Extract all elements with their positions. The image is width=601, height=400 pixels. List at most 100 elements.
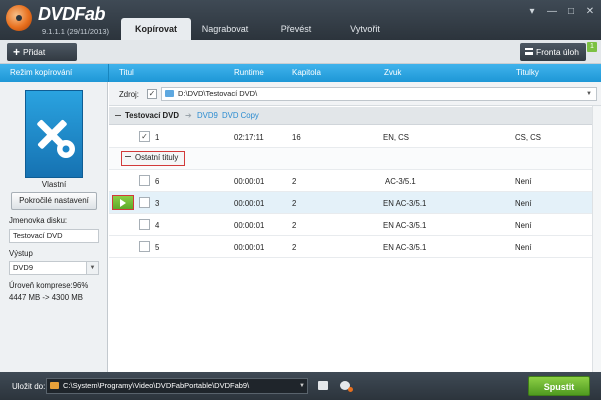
collapse-icon[interactable] [125,156,131,157]
menu-dropdown-icon[interactable]: ▾ [525,6,539,18]
title-subtitles[interactable]: Není [515,199,531,208]
title-runtime: 02:17:11 [234,133,264,142]
title-checkbox[interactable] [139,219,150,230]
other-titles-label: Ostatní tituly [135,153,179,162]
title-subtitles[interactable]: Není [515,177,531,186]
tab-vytvorit[interactable]: Vytvořit [335,18,395,40]
add-button[interactable]: + Přidat [7,43,77,61]
title-checkbox[interactable] [139,241,150,252]
dvdfab-logo-icon [6,5,32,31]
size-info: 4447 MB -> 4300 MB [9,293,83,302]
dropdown-arrow-icon[interactable]: ▼ [299,379,305,393]
minimize-icon[interactable]: — [545,6,559,18]
title-list-panel: Zdroj: ✓ D:\DVD\Testovací DVD\ ▼ Testova… [109,82,601,372]
title-audio[interactable]: EN AC-3/5.1 [383,243,426,252]
table-row[interactable]: 6 00:00:01 2 AC-3/5.1 Není [109,170,601,192]
table-row[interactable]: 3 00:00:01 2 EN AC-3/5.1 Není [109,192,601,214]
table-row[interactable]: 4 00:00:01 2 EN AC-3/5.1 Není [109,214,601,236]
queue-count-badge: 1 [587,42,597,52]
title-checkbox[interactable]: ✓ [139,131,150,142]
bottom-bar: Uložit do: C:\System\Programy\Video\DVDF… [0,372,601,400]
tab-nagrabovat[interactable]: Nagrabovat [193,18,257,40]
disc-profile[interactable]: DVD Copy [222,111,259,120]
disc-name: Testovací DVD [125,111,180,120]
title-number: 5 [155,243,160,252]
title-runtime: 00:00:01 [234,243,265,252]
column-divider [108,64,109,82]
title-number: 3 [155,199,160,208]
title-runtime: 00:00:01 [234,221,265,230]
title-number: 4 [155,221,160,230]
volume-label-input[interactable]: Testovací DVD [9,229,99,243]
col-title[interactable]: Titul [119,68,134,77]
title-chapters: 2 [292,243,297,252]
task-queue-button[interactable]: Fronta úloh [520,43,586,61]
advanced-settings-button[interactable]: Pokročilé nastavení [11,192,97,210]
title-checkbox[interactable] [139,197,150,208]
title-chapters: 2 [292,177,297,186]
title-audio[interactable]: EN AC-3/5.1 [383,221,426,230]
output-select-value: DVD9 [13,263,34,272]
col-runtime[interactable]: Runtime [234,68,264,77]
col-audio[interactable]: Zvuk [384,68,401,77]
arrow-icon: ➔ [185,111,192,120]
other-titles-row[interactable]: Ostatní tituly [109,148,601,170]
col-subtitles[interactable]: Titulky [516,68,539,77]
title-audio[interactable]: EN, CS [383,133,409,142]
maximize-icon[interactable]: □ [564,6,578,18]
title-number: 1 [155,133,160,142]
output-select[interactable]: DVD9 ▼ [9,261,99,275]
disc-header-row[interactable]: Testovací DVD ➔ DVD9 DVD Copy [109,107,601,125]
source-label: Zdroj: [119,90,139,99]
disc-icon[interactable] [340,381,353,392]
col-chapter[interactable]: Kapitola [292,68,321,77]
folder-icon [165,90,174,97]
close-icon[interactable]: ✕ [583,6,597,18]
app-name: DVDFab [38,4,106,24]
save-path: C:\System\Programy\Video\DVDFabPortable\… [63,381,250,390]
table-row[interactable]: 5 00:00:01 2 EN AC-3/5.1 Není [109,236,601,258]
title-subtitles[interactable]: Není [515,243,531,252]
title-subtitles[interactable]: CS, CS [515,133,541,142]
vertical-scrollbar[interactable] [592,106,601,372]
queue-icon [525,48,533,55]
toolbar: + Přidat Fronta úloh [0,40,601,64]
plus-icon: + [13,45,21,59]
save-to-label: Uložit do: [12,382,46,391]
app-version: 9.1.1.1 (29/11/2013) [42,27,109,36]
tab-kopirovat[interactable]: Kopírovat [121,18,191,40]
source-path-select[interactable]: D:\DVD\Testovací DVD\ ▼ [161,87,597,101]
source-checkbox[interactable]: ✓ [147,89,157,99]
title-number: 6 [155,177,160,186]
column-header-bar: Režim kopírování Titul Runtime Kapitola … [0,64,601,82]
copy-mode-icon[interactable] [25,90,83,178]
title-runtime: 00:00:01 [234,177,265,186]
left-panel: Vlastní Pokročilé nastavení Jmenovka dis… [0,82,108,372]
source-path: D:\DVD\Testovací DVD\ [178,89,258,98]
start-button[interactable]: Spustit [528,376,590,396]
volume-label-caption: Jmenovka disku: [9,216,68,225]
tab-prevest[interactable]: Převést [265,18,327,40]
title-runtime: 00:00:01 [234,199,265,208]
folder-icon [50,382,59,389]
title-subtitles[interactable]: Není [515,221,531,230]
dropdown-arrow-icon[interactable]: ▼ [86,262,98,274]
title-checkbox[interactable] [139,175,150,186]
browse-folder-icon[interactable] [318,381,328,390]
table-row[interactable]: ✓ 1 02:17:11 16 EN, CS CS, CS [109,126,601,148]
play-icon[interactable] [112,195,134,210]
title-chapters: 16 [292,133,301,142]
other-titles-group[interactable]: Ostatní tituly [121,151,185,166]
title-bar: DVDFab 9.1.1.1 (29/11/2013) Kopírovat Na… [0,0,601,40]
dropdown-arrow-icon[interactable]: ▼ [584,88,594,100]
title-audio[interactable]: AC-3/5.1 [385,177,416,186]
save-path-select[interactable]: C:\System\Programy\Video\DVDFabPortable\… [46,378,308,394]
disc-format[interactable]: DVD9 [197,111,218,120]
main-tabs: Kopírovat Nagrabovat Převést Vytvořit [121,18,397,40]
title-audio[interactable]: EN AC-3/5.1 [383,199,426,208]
output-caption: Výstup [9,249,33,258]
compression-level: Úroveň komprese:96% [9,281,89,290]
app-logo: DVDFab 9.1.1.1 (29/11/2013) [4,3,124,39]
source-bar: Zdroj: ✓ D:\DVD\Testovací DVD\ ▼ [109,82,601,106]
copy-mode-name: Vlastní [41,180,67,189]
